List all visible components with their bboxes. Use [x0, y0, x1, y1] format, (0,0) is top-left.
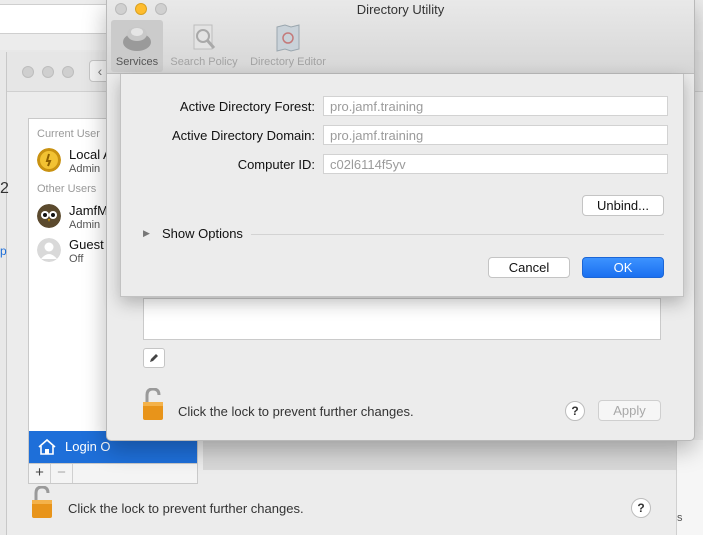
toolbar-search-policy[interactable]: Search Policy: [167, 20, 241, 72]
close-button[interactable]: [22, 66, 34, 78]
lock-message: Click the lock to prevent further change…: [68, 501, 304, 516]
list-buttons-bar: + −: [28, 464, 198, 484]
directory-editor-icon: [276, 24, 300, 52]
background-edge-tab: p: [0, 244, 7, 258]
domain-field[interactable]: pro.jamf.training: [323, 125, 668, 145]
services-list-box: [143, 298, 661, 340]
user-role: Off: [69, 253, 84, 265]
disclosure-triangle-icon[interactable]: ▶: [143, 228, 150, 239]
unlocked-lock-icon[interactable]: [141, 388, 165, 422]
toolbar-services[interactable]: Services: [111, 20, 163, 72]
computer-id-field[interactable]: c02l6114f5yv: [323, 154, 668, 174]
computer-id-label: Computer ID:: [237, 157, 315, 172]
login-options-label: Login O: [65, 439, 111, 454]
active-directory-sheet: Active Directory Forest: pro.jamf.traini…: [120, 74, 684, 297]
user-role: Admin: [69, 163, 101, 175]
pencil-icon: [150, 354, 158, 362]
user-role: Admin: [69, 219, 101, 231]
show-options-toggle[interactable]: Show Options: [162, 226, 243, 241]
edit-button[interactable]: [143, 348, 165, 368]
gold-user-avatar-icon: [37, 148, 61, 172]
unbind-button[interactable]: Unbind...: [582, 195, 664, 216]
options-separator: [251, 234, 664, 235]
background-search-field[interactable]: [0, 4, 108, 34]
unlocked-lock-icon[interactable]: [30, 486, 54, 520]
user-name: JamfM: [69, 203, 108, 218]
search-policy-icon: [193, 24, 216, 50]
lock-message: Click the lock to prevent further change…: [178, 404, 414, 419]
toolbar-label: Services: [115, 56, 159, 68]
users-lock-row: Click the lock to prevent further change…: [30, 486, 690, 526]
services-icon: [123, 27, 151, 51]
toolbar-label: Directory Editor: [250, 56, 326, 68]
background-edge-text: 2: [0, 180, 9, 197]
help-button[interactable]: ?: [565, 401, 585, 421]
apply-button[interactable]: Apply: [598, 400, 661, 421]
user-name: Guest: [69, 237, 104, 252]
ok-button[interactable]: OK: [582, 257, 664, 278]
toolbar-label: Search Policy: [170, 56, 238, 68]
domain-label: Active Directory Domain:: [171, 128, 315, 143]
window-title: Directory Utility: [356, 2, 445, 17]
forest-field[interactable]: pro.jamf.training: [323, 96, 668, 116]
directory-utility-titlebar: Directory Utility Services Search Policy…: [107, 0, 694, 74]
remove-user-button[interactable]: −: [51, 464, 73, 483]
toolbar-directory-editor[interactable]: Directory Editor: [245, 20, 331, 72]
other-users-section: Other Users: [37, 183, 97, 195]
background-panel: [203, 440, 683, 470]
add-user-button[interactable]: +: [29, 464, 51, 483]
owl-avatar-icon: [37, 204, 61, 228]
minimize-button[interactable]: [42, 66, 54, 78]
help-button[interactable]: ?: [631, 498, 651, 518]
house-icon: [38, 438, 56, 455]
cancel-button[interactable]: Cancel: [488, 257, 570, 278]
current-user-section: Current User: [37, 128, 100, 140]
forest-label: Active Directory Forest:: [179, 99, 315, 114]
zoom-button[interactable]: [62, 66, 74, 78]
guest-avatar-icon: [37, 238, 61, 262]
